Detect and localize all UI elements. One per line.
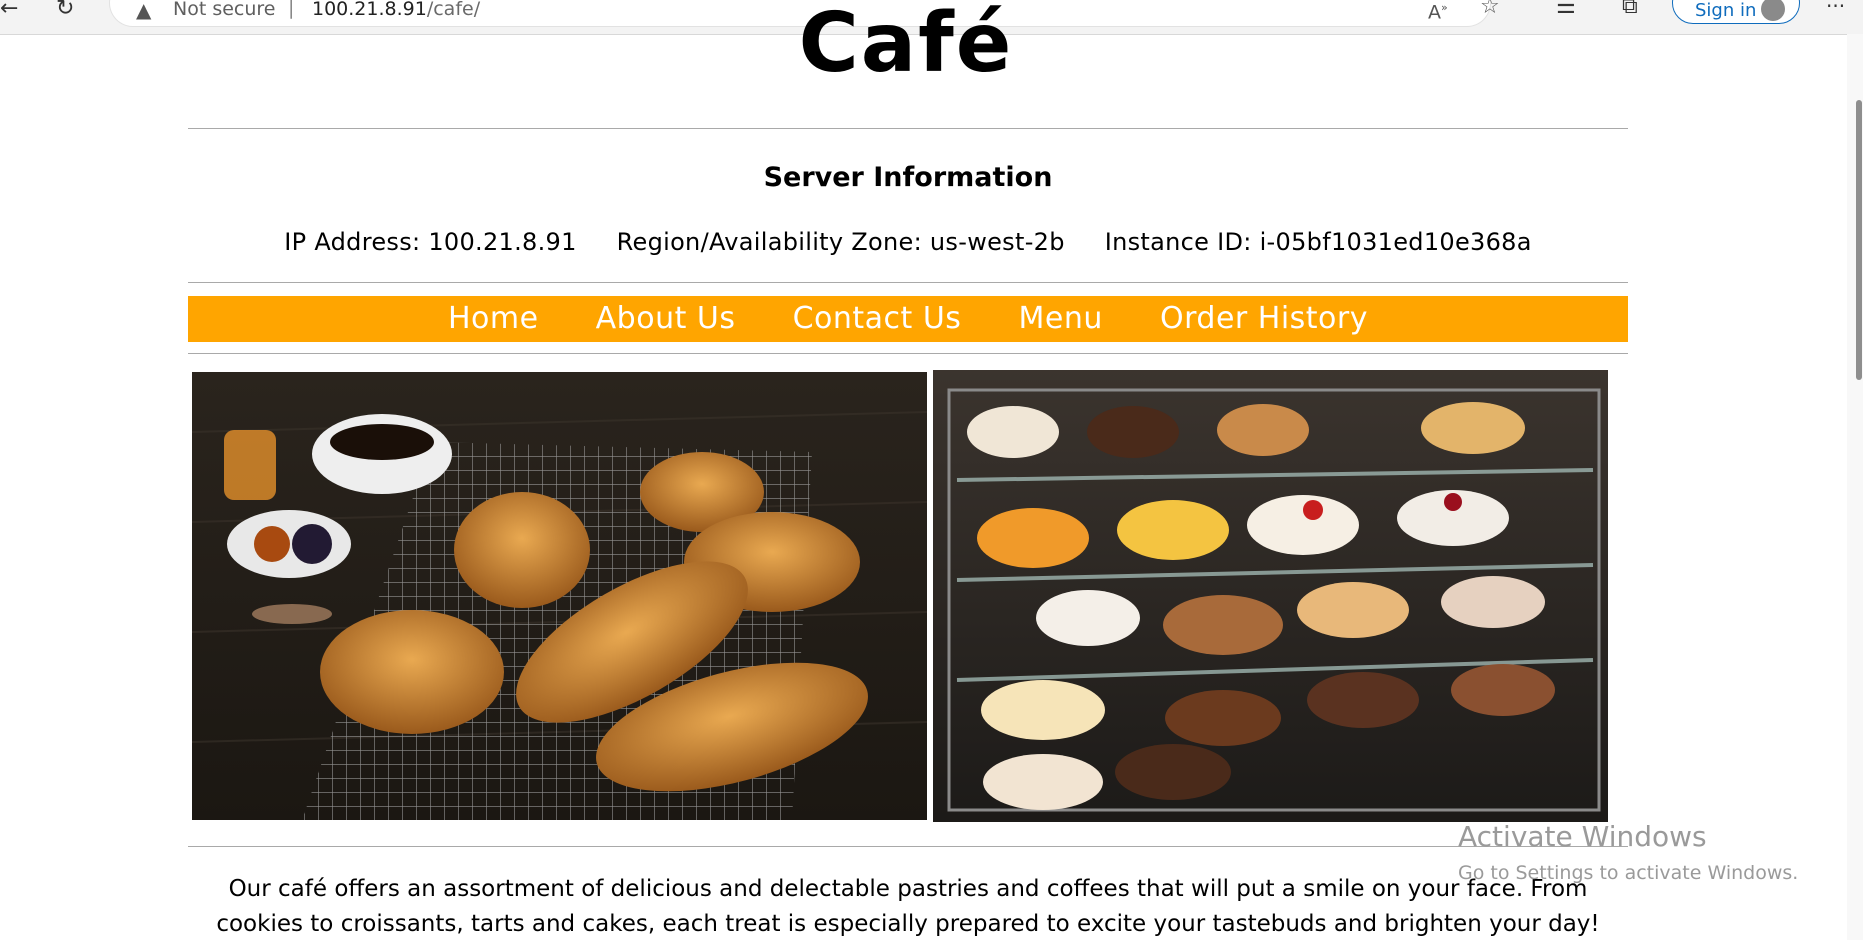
instance-id: Instance ID: i-05bf1031ed10e368a	[1104, 228, 1532, 256]
divider-nav	[188, 353, 1628, 354]
scrollbar-thumb[interactable]	[1856, 100, 1862, 380]
nav-menu[interactable]: Menu	[1019, 296, 1103, 342]
activate-windows-subtitle: Go to Settings to activate Windows.	[1458, 862, 1799, 884]
cafe-logo: Café	[798, 0, 1014, 91]
nav-about-us[interactable]: About Us	[596, 296, 736, 342]
nav-contact-us[interactable]: Contact Us	[793, 296, 962, 342]
ip-address: IP Address: 100.21.8.91	[284, 228, 577, 256]
nav-home[interactable]: Home	[448, 296, 539, 342]
server-info-row: IP Address: 100.21.8.91 Region/Availabil…	[188, 226, 1628, 258]
nav-order-history[interactable]: Order History	[1160, 296, 1368, 342]
divider-top	[188, 128, 1628, 129]
more-icon[interactable]: ···	[1826, 0, 1845, 18]
cakes-display-photo	[933, 370, 1608, 822]
region-zone: Region/Availability Zone: us-west-2b	[616, 228, 1065, 256]
activate-windows-title: Activate Windows	[1458, 820, 1707, 853]
main-nav: Home About Us Contact Us Menu Order Hist…	[188, 296, 1628, 342]
server-info-title: Server Information	[763, 162, 1053, 193]
divider-server	[188, 282, 1628, 283]
divider-photos	[188, 846, 1628, 847]
pastries-photo	[192, 372, 927, 820]
cafe-description: Our café offers an assortment of delicio…	[216, 876, 1600, 937]
